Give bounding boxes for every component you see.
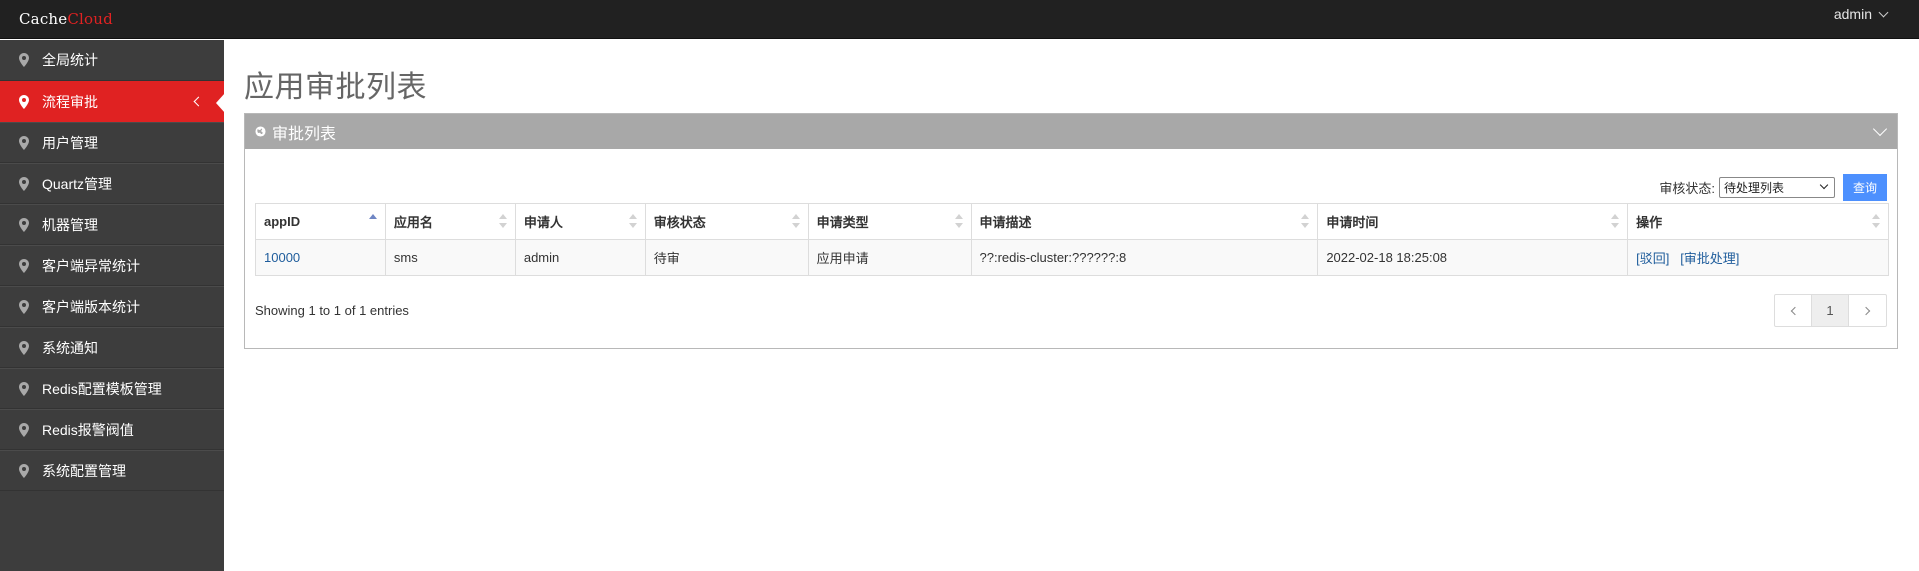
user-menu[interactable]: admin: [1833, 6, 1889, 22]
sidebar-item-label: Quartz管理: [42, 175, 113, 192]
map-marker-icon: [19, 177, 29, 191]
chevron-right-icon: [1861, 306, 1871, 315]
status-filter: 审核状态: 待处理列表 查询: [1659, 174, 1887, 201]
sidebar-item-system-notice[interactable]: 系统通知: [0, 327, 224, 368]
sidebar-item-redis-config-template[interactable]: Redis配置模板管理: [0, 368, 224, 409]
column-header-status[interactable]: 审核状态: [644, 203, 809, 240]
cell-applicant: admin: [514, 239, 646, 276]
table-header-row: appID 应用名 申请人 审核状态 申请类型 申请描述 申请时间 操作: [255, 203, 1889, 240]
map-marker-icon: [19, 382, 29, 396]
sort-arrows-icon: [1872, 214, 1880, 228]
sidebar-item-label: Redis配置模板管理: [42, 380, 162, 397]
chevron-left-icon: [193, 96, 204, 107]
cell-type: 应用申请: [807, 239, 972, 276]
cell-appid: 10000: [255, 239, 386, 276]
portlet-header: 审批列表: [245, 114, 1897, 149]
chevron-left-icon: [1790, 306, 1799, 315]
sort-arrows-icon: [1611, 214, 1620, 228]
map-marker-icon: [19, 136, 29, 150]
table-row: 10000 sms admin 待审 应用申请 ??:redis-cluster…: [255, 239, 1889, 276]
map-marker-icon: [19, 95, 29, 109]
cell-action: [驳回] [审批处理]: [1627, 239, 1889, 276]
brand-part-cloud: Cloud: [67, 10, 113, 28]
approval-table: appID 应用名 申请人 审核状态 申请类型 申请描述 申请时间 操作 100…: [255, 203, 1889, 276]
sidebar-item-client-exception-stats[interactable]: 客户端异常统计: [0, 245, 224, 286]
pagination: 1: [1774, 294, 1887, 327]
map-marker-icon: [19, 423, 29, 437]
sidebar-item-label: 全局统计: [42, 52, 98, 68]
sidebar-item-label: 系统配置管理: [42, 462, 126, 479]
sidebar: 全局统计 流程审批 用户管理 Quartz管理 机器管理 客户端异常统计 客户端…: [0, 40, 225, 571]
column-header-type[interactable]: 申请类型: [807, 203, 972, 240]
map-marker-icon: [19, 300, 29, 314]
cell-app-name: sms: [384, 239, 516, 276]
map-marker-icon: [19, 341, 29, 355]
top-navbar: CacheCloud admin: [0, 0, 1919, 39]
column-header-time[interactable]: 申请时间: [1317, 203, 1629, 240]
page-title: 应用审批列表: [244, 70, 427, 105]
portlet-title: 审批列表: [272, 125, 337, 143]
column-header-app-name[interactable]: 应用名: [384, 203, 516, 240]
sidebar-item-label: 用户管理: [42, 134, 98, 151]
sort-arrows-icon: [954, 214, 963, 228]
sidebar-item-label: 机器管理: [42, 216, 98, 233]
status-filter-selected: 待处理列表: [1724, 181, 1785, 195]
sidebar-item-label: 系统通知: [42, 339, 98, 356]
column-header-appid[interactable]: appID: [255, 203, 386, 240]
user-name: admin: [1833, 6, 1872, 22]
brand-part-cache: Cache: [19, 10, 68, 28]
table-info: Showing 1 to 1 of 1 entries: [255, 303, 409, 318]
status-filter-label: 审核状态:: [1659, 181, 1715, 196]
status-filter-select[interactable]: 待处理列表: [1719, 177, 1835, 198]
chevron-down-icon[interactable]: [1872, 121, 1888, 137]
chevron-down-icon: [1819, 180, 1829, 190]
sidebar-item-label: Redis报警阀值: [42, 421, 134, 438]
column-header-desc[interactable]: 申请描述: [970, 203, 1319, 240]
query-button[interactable]: 查询: [1843, 174, 1887, 201]
sidebar-item-machine-management[interactable]: 机器管理: [0, 204, 224, 245]
sort-arrows-icon: [791, 214, 800, 228]
map-marker-icon: [19, 218, 29, 232]
sort-asc-icon: [368, 214, 377, 228]
map-marker-icon: [19, 53, 29, 67]
cell-time: 2022-02-18 18:25:08: [1317, 239, 1629, 276]
sort-arrows-icon: [628, 214, 637, 228]
map-marker-icon: [19, 259, 29, 273]
cell-desc: ??:redis-cluster:??????:8: [970, 239, 1319, 276]
sidebar-item-client-version-stats[interactable]: 客户端版本统计: [0, 286, 224, 327]
sidebar-item-system-config[interactable]: 系统配置管理: [0, 450, 224, 491]
column-header-applicant[interactable]: 申请人: [514, 203, 646, 240]
pager-page[interactable]: 1: [1812, 295, 1849, 326]
appid-link[interactable]: 10000: [264, 250, 300, 265]
sidebar-item-global-stats[interactable]: 全局统计: [0, 40, 224, 81]
approval-list-portlet: 审批列表 审核状态: 待处理列表 查询 appID 应用名 申请人 审核状态 申…: [244, 113, 1898, 349]
globe-icon: [255, 126, 266, 137]
pager-prev[interactable]: [1775, 295, 1812, 326]
approve-link[interactable]: [审批处理]: [1680, 251, 1739, 266]
sidebar-item-user-management[interactable]: 用户管理: [0, 122, 224, 163]
sort-arrows-icon: [1301, 214, 1310, 228]
chevron-down-icon: [1878, 7, 1889, 17]
cell-status: 待审: [644, 239, 809, 276]
sort-arrows-icon: [498, 214, 507, 228]
pager-next[interactable]: [1849, 295, 1886, 326]
map-marker-icon: [19, 464, 29, 478]
sidebar-item-label: 流程审批: [42, 93, 98, 110]
reject-link[interactable]: [驳回]: [1636, 251, 1669, 266]
sidebar-item-workflow-approval[interactable]: 流程审批: [0, 81, 225, 122]
sidebar-item-label: 客户端版本统计: [42, 298, 140, 315]
sidebar-item-quartz[interactable]: Quartz管理: [0, 163, 224, 204]
main-content: 应用审批列表 审批列表 审核状态: 待处理列表 查询 appID 应用名 申请人…: [244, 40, 1898, 349]
column-header-action[interactable]: 操作: [1627, 203, 1889, 240]
sidebar-item-redis-alert-threshold[interactable]: Redis报警阀值: [0, 409, 224, 450]
sidebar-item-label: 客户端异常统计: [42, 257, 140, 274]
brand-logo[interactable]: CacheCloud: [19, 10, 113, 28]
